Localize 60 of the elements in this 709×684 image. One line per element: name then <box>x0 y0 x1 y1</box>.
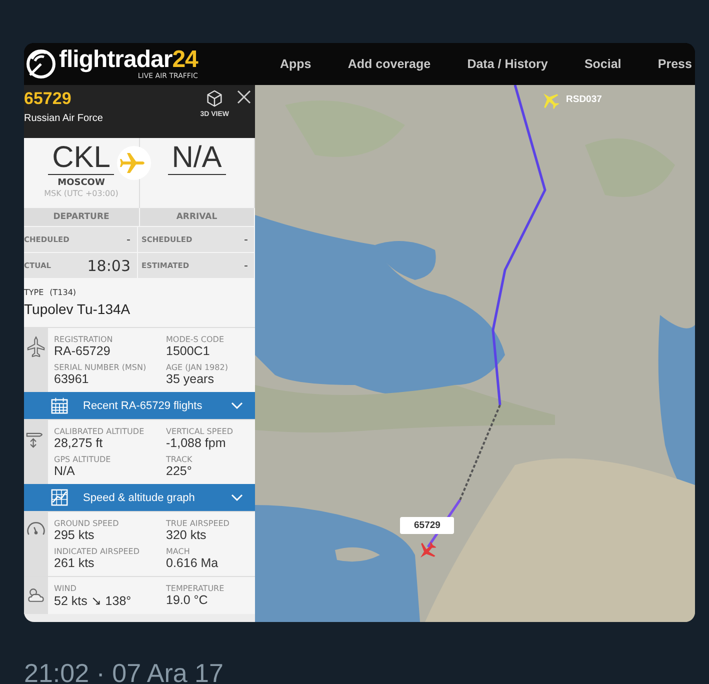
field-label: TRACK <box>166 455 194 464</box>
nav-link[interactable]: Add coverage <box>348 57 431 71</box>
origin-timezone: MSK (UTC +03:00) <box>44 189 118 198</box>
field-value: 320 kts <box>166 528 208 542</box>
logo-wordmark[interactable]: flightradar24 <box>59 48 198 72</box>
field-value: 225° <box>166 464 193 478</box>
field-label: WIND <box>54 584 78 593</box>
field-label: CALIBRATED ALTITUDE <box>54 427 146 436</box>
field-label: REGISTRATION <box>54 335 114 344</box>
expand-bar[interactable]: Speed & altitude graph <box>24 484 255 511</box>
field-label: VERTICAL SPEED <box>166 427 234 436</box>
airplane-outline-icon <box>27 336 45 358</box>
nav-link[interactable]: Data / History <box>467 57 548 71</box>
flight-callsign: 65729 <box>24 89 72 109</box>
nav-link[interactable]: Social <box>584 57 622 71</box>
field-value: -1,088 fpm <box>166 436 227 450</box>
field-value: 0.616 Ma <box>166 556 220 570</box>
origin-code[interactable]: CKL <box>48 141 114 175</box>
destination-code[interactable]: N/A <box>168 141 226 175</box>
aircraft-type: Tupolev Tu-134A <box>24 301 132 317</box>
field-label: MODE-S CODE <box>166 335 226 344</box>
field-label: MACH <box>166 547 191 556</box>
origin-city: MOSCOW <box>58 178 105 188</box>
field-value: 28,275 ft <box>54 436 104 450</box>
field-value: 19.0 °C <box>166 593 209 607</box>
type-code: (T134) <box>50 288 76 297</box>
field-label: TRUE AIRSPEED <box>166 519 230 528</box>
radar-logo-icon <box>26 49 56 79</box>
time-value: 18:03 <box>87 256 130 274</box>
tweet-timestamp[interactable]: 21:02 · 07 Ara 17 <box>24 658 695 684</box>
time-value: - <box>126 233 130 246</box>
type-label: TYPE <box>24 288 44 297</box>
flight-label[interactable]: 65729 <box>400 517 454 534</box>
cube-icon <box>205 89 224 108</box>
field-label: AGE (JAN 1982) <box>166 363 229 372</box>
field-label: GROUND SPEED <box>54 519 120 528</box>
expand-bar[interactable]: Recent RA-65729 flights <box>24 392 255 419</box>
field-value: 63961 <box>54 372 90 386</box>
field-label: TEMPERATURE <box>166 584 226 593</box>
nav-link[interactable]: Apps <box>280 57 312 71</box>
time-value: - <box>244 233 248 246</box>
chevron-down-icon <box>231 494 243 502</box>
time-value: - <box>244 259 248 272</box>
field-label: SERIAL NUMBER (MSN) <box>54 363 148 372</box>
field-value: 1500C1 <box>166 344 211 358</box>
calendar-icon <box>50 396 69 415</box>
field-value: 295 kts <box>54 528 96 542</box>
nav-link[interactable]: Press <box>658 57 692 71</box>
field-value: RA-65729 <box>54 344 112 358</box>
chart-grid-icon <box>50 488 69 507</box>
airplane-icon <box>117 146 151 180</box>
field-value: N/A <box>54 464 76 478</box>
operator-name: Russian Air Force <box>24 113 103 124</box>
field-value: 52 kts ↘ 138° <box>54 593 132 608</box>
chevron-down-icon <box>231 402 243 410</box>
field-label: GPS ALTITUDE <box>54 455 112 464</box>
field-value: 35 years <box>166 372 215 386</box>
close-icon[interactable] <box>237 90 251 104</box>
field-label: INDICATED AIRSPEED <box>54 547 141 556</box>
field-value: 261 kts <box>54 556 96 570</box>
